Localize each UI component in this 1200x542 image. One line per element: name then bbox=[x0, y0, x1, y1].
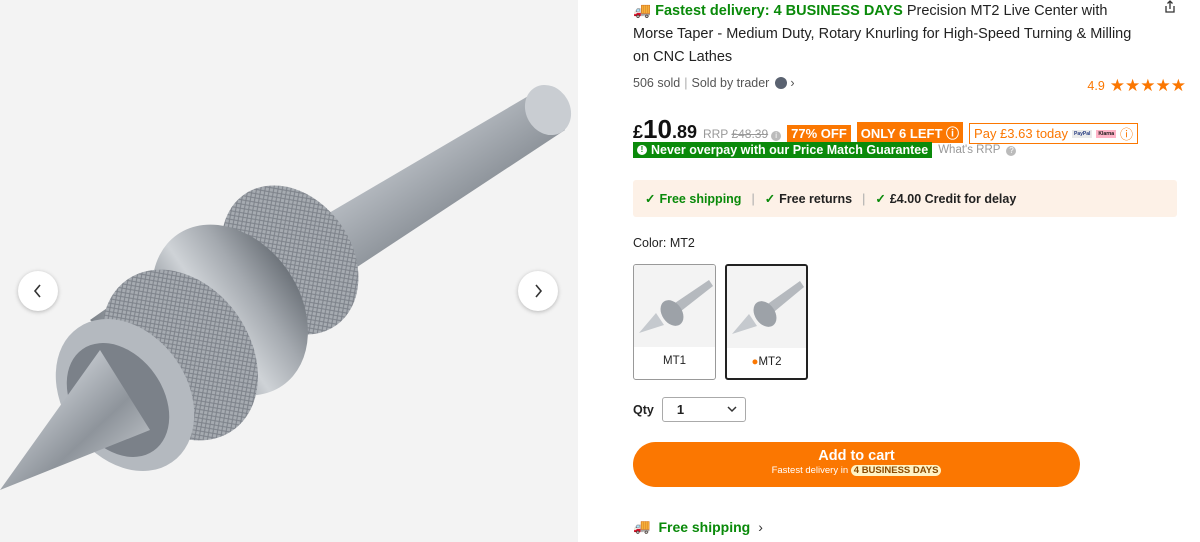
credit-benefit: £4.00 Credit for delay bbox=[889, 191, 1017, 206]
fast-delivery-text: Fastest delivery: 4 BUSINESS DAYS bbox=[655, 3, 903, 19]
shield-icon: ! bbox=[637, 145, 647, 155]
rrp-label: RRP bbox=[702, 127, 729, 141]
discount-badge: 77% OFF bbox=[787, 125, 851, 142]
price-match-badge[interactable]: ! Never overpay with our Price Match Guar… bbox=[633, 142, 933, 158]
klarna-logo: Klarna bbox=[1096, 129, 1116, 138]
pay-later-badge[interactable]: Pay £3.63 today PayPal Klarna ⓘ bbox=[969, 123, 1138, 144]
product-image bbox=[0, 84, 572, 490]
whats-rrp-link[interactable]: What's RRP ? bbox=[938, 144, 1017, 156]
color-option-mt1[interactable]: MT1 bbox=[633, 264, 716, 380]
sold-by-link[interactable]: Sold by trader bbox=[692, 76, 770, 90]
product-page: 🚚 Fastest delivery: 4 BUSINESS DAYS Prec… bbox=[0, 0, 1200, 542]
add-to-cart-button[interactable]: Add to cart Fastest delivery in 4 BUSINE… bbox=[633, 442, 1080, 487]
price-currency: £ bbox=[633, 122, 644, 142]
color-thumb bbox=[727, 266, 806, 348]
check-icon: ✓ bbox=[645, 192, 656, 206]
product-thumbnail bbox=[732, 281, 804, 334]
rrp: RRP £48.39 i bbox=[702, 127, 782, 141]
meta-separator: | bbox=[684, 76, 688, 90]
star-icons: ★★★★★ bbox=[1109, 76, 1186, 95]
rating-score: 4.9 bbox=[1087, 79, 1105, 93]
truck-icon: 🚚 bbox=[633, 518, 651, 534]
chevron-right-icon: › bbox=[758, 518, 763, 535]
add-to-cart-label: Add to cart bbox=[818, 448, 895, 464]
check-icon: ✓ bbox=[764, 192, 776, 206]
whats-rrp-text: What's RRP bbox=[938, 144, 1001, 156]
free-shipping-link[interactable]: 🚚 Free shipping › bbox=[633, 518, 763, 535]
quantity-select[interactable]: 1 bbox=[661, 397, 746, 422]
color-option-label: MT2 bbox=[758, 356, 782, 368]
check-icon: ✓ bbox=[875, 192, 886, 206]
current-price: £10.89 bbox=[633, 114, 697, 145]
color-label: Color: MT2 bbox=[633, 236, 695, 250]
stock-text: ONLY 6 LEFT bbox=[860, 126, 943, 141]
gallery-prev-button[interactable] bbox=[18, 271, 58, 311]
truck-icon: 🚚 bbox=[633, 3, 652, 19]
share-button[interactable] bbox=[1163, 0, 1177, 19]
chevron-down-icon bbox=[727, 406, 737, 413]
info-icon[interactable]: i bbox=[771, 131, 782, 141]
price-match-text: Never overpay with our Price Match Guara… bbox=[651, 143, 929, 157]
price-integer: 10 bbox=[643, 114, 672, 144]
price-row: £10.89 RRP £48.39 i 77% OFF ONLY 6 LEFT ⓘ… bbox=[633, 114, 1138, 145]
quantity-row: Qty 1 bbox=[633, 397, 746, 422]
product-info: 🚚 Fastest delivery: 4 BUSINESS DAYS Prec… bbox=[633, 0, 1193, 535]
free-shipping-benefit: Free shipping bbox=[659, 191, 742, 206]
product-gallery bbox=[0, 0, 578, 542]
benefit-separator: | bbox=[751, 191, 755, 206]
shipping-benefits[interactable]: ✓ Free shipping | ✓ Free returns | ✓ £4.00 … bbox=[633, 180, 1177, 217]
info-icon: ? bbox=[1006, 146, 1017, 156]
cart-delivery-days: 4 BUSINESS DAYS bbox=[850, 465, 942, 476]
trader-avatar[interactable] bbox=[774, 77, 787, 89]
benefit-separator: | bbox=[862, 191, 866, 206]
color-option-label: MT1 bbox=[663, 355, 686, 367]
product-meta: 506 sold | Sold by trader › bbox=[633, 76, 794, 90]
qty-label: Qty bbox=[633, 402, 654, 417]
paypal-logo: PayPal bbox=[1072, 129, 1093, 138]
info-icon[interactable]: ⓘ bbox=[946, 126, 959, 141]
color-option-label-row: ●MT2 bbox=[727, 356, 806, 368]
rating[interactable]: 4.9 ★★★★★ bbox=[1087, 76, 1186, 96]
stock-badge: ONLY 6 LEFT ⓘ bbox=[856, 122, 964, 143]
chevron-right-icon bbox=[535, 284, 543, 298]
color-thumb bbox=[634, 265, 715, 347]
product-title: 🚚 Fastest delivery: 4 BUSINESS DAYS Prec… bbox=[633, 0, 1143, 69]
free-returns-benefit: Free returns bbox=[779, 191, 853, 206]
rrp-value: £48.39 bbox=[731, 127, 769, 141]
pay-today-text: Pay £3.63 today bbox=[974, 126, 1069, 141]
sold-count: 506 sold bbox=[633, 76, 681, 90]
info-icon[interactable]: ⓘ bbox=[1120, 124, 1133, 143]
product-thumbnail bbox=[639, 280, 713, 333]
cart-delivery-prefix: Fastest delivery in bbox=[771, 465, 849, 476]
chevron-right-icon: › bbox=[790, 76, 795, 90]
gallery-next-button[interactable] bbox=[518, 271, 558, 311]
fast-delivery-tag: 🚚 Fastest delivery: 4 BUSINESS DAYS bbox=[633, 3, 903, 19]
guarantee-row: ! Never overpay with our Price Match Guar… bbox=[633, 142, 1017, 158]
cart-delivery-note: Fastest delivery in 4 BUSINESS DAYS bbox=[633, 465, 1080, 476]
share-icon bbox=[1165, 0, 1175, 13]
free-shipping-link-text: Free shipping bbox=[658, 518, 751, 535]
qty-value: 1 bbox=[676, 402, 685, 417]
price-decimal: .89 bbox=[671, 122, 697, 142]
chevron-left-icon bbox=[33, 284, 41, 298]
color-option-mt2[interactable]: ●MT2 bbox=[725, 264, 808, 380]
